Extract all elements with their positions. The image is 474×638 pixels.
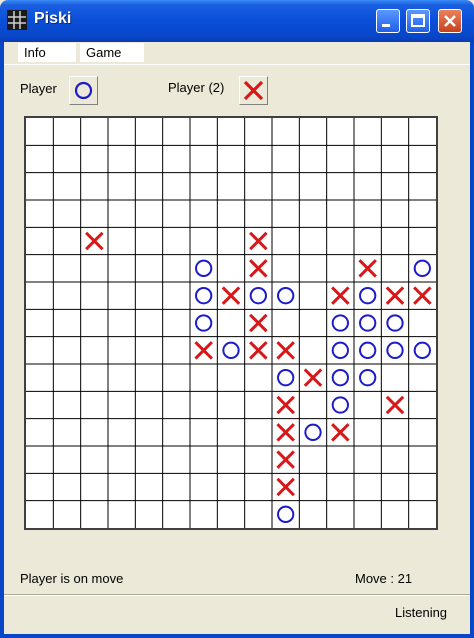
o-piece xyxy=(359,314,377,332)
player2-symbol xyxy=(239,76,268,105)
o-piece xyxy=(413,259,431,277)
minimize-button[interactable] xyxy=(376,9,400,33)
x-piece xyxy=(331,423,350,442)
o-piece xyxy=(195,259,213,277)
o-piece xyxy=(331,341,349,359)
o-piece xyxy=(386,314,404,332)
o-piece xyxy=(277,369,295,387)
close-icon xyxy=(444,15,456,27)
x-piece xyxy=(85,231,104,251)
move-counter: Move : 21 xyxy=(355,571,413,586)
close-button[interactable] xyxy=(438,9,462,33)
x-piece xyxy=(413,286,432,305)
o-piece xyxy=(386,341,404,359)
o-piece xyxy=(331,396,349,414)
grid-icon xyxy=(7,10,27,30)
x-piece xyxy=(385,395,405,415)
board-grid[interactable] xyxy=(26,118,436,528)
window-border-left xyxy=(0,42,4,638)
window-title: Piski xyxy=(34,10,72,27)
o-piece xyxy=(222,341,240,359)
o-icon xyxy=(74,81,93,100)
window-border-right xyxy=(470,42,474,638)
o-piece xyxy=(331,369,349,387)
o-piece xyxy=(359,369,377,387)
x-piece xyxy=(249,313,268,333)
x-piece xyxy=(385,286,405,305)
o-piece xyxy=(331,314,349,332)
title-bar: Piski xyxy=(0,0,474,42)
menu-game[interactable]: Game xyxy=(80,43,144,62)
network-status: Listening xyxy=(395,605,448,620)
x-piece xyxy=(249,231,268,251)
x-piece xyxy=(331,286,350,305)
minimize-icon xyxy=(382,24,390,27)
o-piece xyxy=(359,287,377,305)
o-piece xyxy=(277,287,295,305)
o-piece xyxy=(195,314,213,332)
x-piece xyxy=(276,423,295,442)
status-divider xyxy=(4,594,470,596)
x-piece xyxy=(276,395,295,415)
player2-label: Player (2) xyxy=(168,80,225,95)
x-piece xyxy=(221,286,241,305)
o-piece xyxy=(359,341,377,359)
x-piece xyxy=(276,341,295,360)
maximize-button[interactable] xyxy=(406,9,430,33)
x-piece xyxy=(276,477,295,497)
x-piece xyxy=(303,368,323,387)
o-piece xyxy=(413,341,431,359)
maximize-icon xyxy=(411,14,425,27)
player1-label: Player xyxy=(20,81,57,96)
x-piece xyxy=(249,259,268,278)
menu-bar: Info Game xyxy=(4,42,470,65)
o-piece xyxy=(304,423,322,441)
player1-symbol xyxy=(69,76,98,105)
o-piece xyxy=(195,287,213,305)
x-piece xyxy=(276,450,295,469)
x-icon xyxy=(243,80,264,101)
game-board[interactable] xyxy=(24,116,438,530)
menu-info[interactable]: Info xyxy=(18,43,76,62)
o-piece xyxy=(249,287,267,305)
x-piece xyxy=(249,341,268,360)
x-piece xyxy=(194,341,213,360)
status-message: Player is on move xyxy=(20,571,124,586)
x-piece xyxy=(358,259,377,278)
o-piece xyxy=(277,505,295,523)
window-border-bottom xyxy=(0,634,474,638)
